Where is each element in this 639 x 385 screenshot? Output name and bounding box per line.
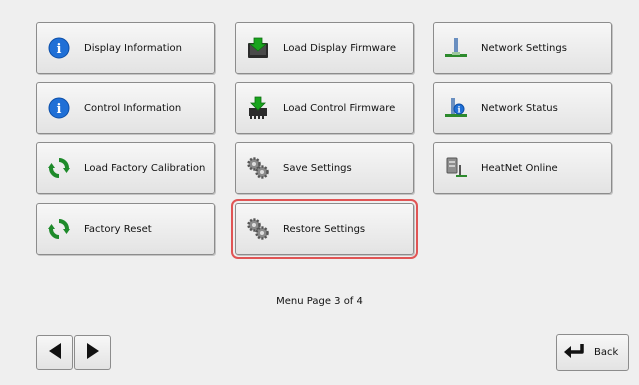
refresh-icon (47, 156, 71, 180)
back-button[interactable]: Back (556, 334, 629, 371)
page-indicator: Menu Page 3 of 4 (276, 296, 363, 307)
gears-icon (246, 217, 270, 241)
control-information-label: Control Information (84, 102, 182, 114)
left-arrow-icon (47, 342, 63, 364)
info-icon: i (47, 36, 71, 60)
save-settings-label: Save Settings (283, 162, 352, 174)
previous-page-button[interactable] (36, 335, 73, 370)
gears-icon (246, 156, 270, 180)
svg-text:i: i (57, 42, 62, 57)
restore-settings-label: Restore Settings (283, 223, 366, 235)
network-status-button[interactable]: i Network Status (433, 82, 612, 134)
load-control-firmware-button[interactable]: Load Control Firmware (235, 82, 414, 134)
svg-text:i: i (457, 105, 460, 115)
back-label: Back (594, 347, 619, 358)
refresh-icon (47, 217, 71, 241)
display-information-button[interactable]: i Display Information (36, 22, 215, 74)
download-icon (246, 36, 270, 60)
network-settings-button[interactable]: Network Settings (433, 22, 612, 74)
display-information-label: Display Information (84, 42, 182, 54)
load-display-firmware-label: Load Display Firmware (283, 42, 397, 54)
load-display-firmware-button[interactable]: Load Display Firmware (235, 22, 414, 74)
network-status-label: Network Status (481, 102, 558, 114)
heatnet-icon (444, 156, 468, 180)
restore-settings-button[interactable]: Restore Settings (231, 199, 418, 259)
svg-text:i: i (57, 102, 62, 117)
network-icon (444, 36, 468, 60)
factory-reset-label: Factory Reset (84, 223, 152, 235)
load-factory-calibration-button[interactable]: Load Factory Calibration (36, 142, 215, 194)
control-information-button[interactable]: i Control Information (36, 82, 215, 134)
load-factory-calibration-label: Load Factory Calibration (84, 162, 206, 174)
info-icon: i (47, 96, 71, 120)
factory-reset-button[interactable]: Factory Reset (36, 203, 215, 255)
right-arrow-icon (85, 342, 101, 364)
back-arrow-icon (563, 342, 585, 363)
network-settings-label: Network Settings (481, 42, 567, 54)
save-settings-button[interactable]: Save Settings (235, 142, 414, 194)
load-control-firmware-label: Load Control Firmware (283, 102, 396, 114)
heatnet-online-label: HeatNet Online (481, 162, 558, 174)
heatnet-online-button[interactable]: HeatNet Online (433, 142, 612, 194)
next-page-button[interactable] (74, 335, 111, 370)
network-icon: i (444, 96, 468, 120)
download-icon (246, 96, 270, 120)
